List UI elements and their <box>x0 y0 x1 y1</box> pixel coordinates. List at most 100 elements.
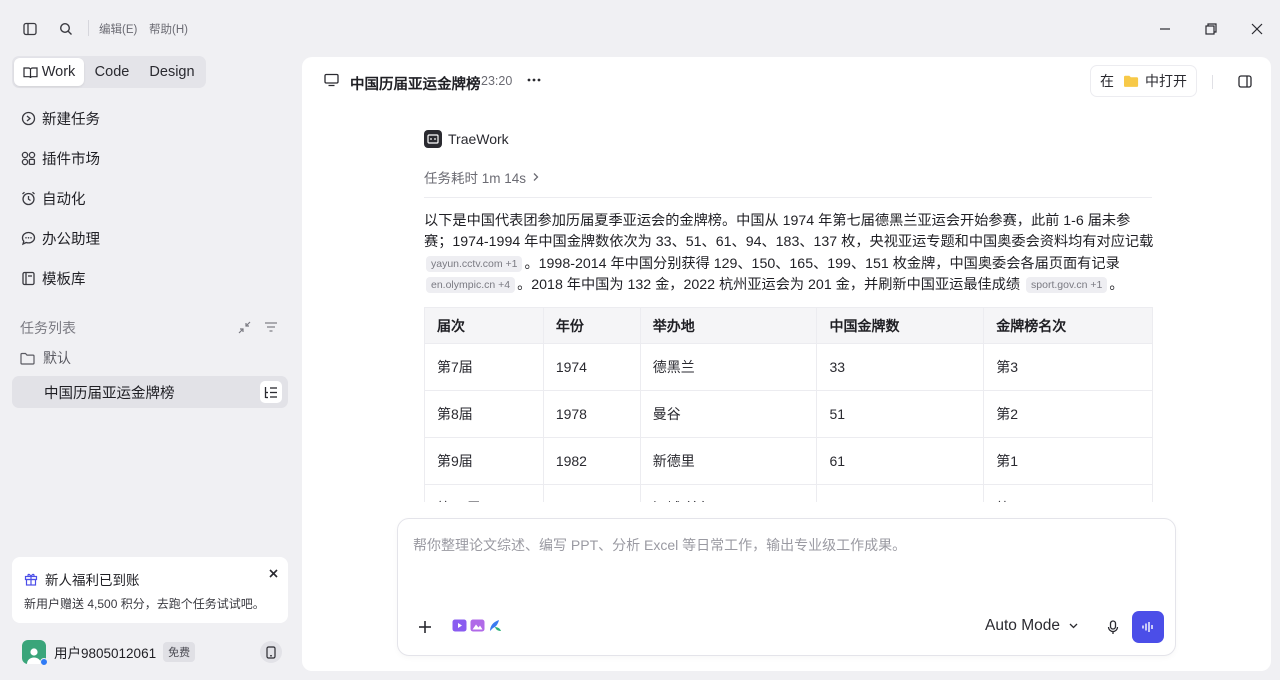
nav-automation[interactable]: 自动化 <box>20 187 86 209</box>
answer-text-1: 以下是中国代表团参加历届夏季亚运会的金牌榜。中国从 1974 年第七届德黑兰亚运… <box>424 213 1154 251</box>
folder-icon <box>20 352 35 365</box>
table-cell: 1974 <box>542 343 641 392</box>
filter-icon[interactable] <box>263 319 279 335</box>
search-icon[interactable] <box>55 18 77 40</box>
table-cell: 德黑兰 <box>639 343 818 392</box>
user-profile[interactable]: 用户9805012061 免费 <box>22 640 196 666</box>
nav-office-assistant-label: 办公助理 <box>42 231 100 248</box>
more-options-icon[interactable] <box>525 72 543 88</box>
video-app-icon[interactable] <box>452 618 467 633</box>
conversation-content[interactable]: TraeWork 任务耗时 1m 14s 以下是中国代表团参加历届夏季亚运会的金… <box>424 129 1154 502</box>
online-status-dot <box>40 658 48 666</box>
close-window-icon[interactable] <box>1246 18 1268 40</box>
chat-bubble-icon <box>20 230 36 246</box>
voice-send-button[interactable] <box>1132 611 1164 643</box>
table-row: 第7届 1974 德黑兰 33 第3 <box>424 343 1153 392</box>
collapse-icon[interactable] <box>236 319 252 335</box>
phone-icon <box>266 645 276 659</box>
menu-edit[interactable]: 编辑(E) <box>99 21 137 37</box>
source-chip-sport[interactable]: sport.gov.cn +1 <box>1026 276 1108 293</box>
table-header-cell: 金牌榜名次 <box>983 307 1153 345</box>
book-icon <box>23 66 38 78</box>
sidebar-toggle-icon[interactable] <box>19 18 41 40</box>
table-header-cell: 举办地 <box>639 307 818 345</box>
device-button[interactable] <box>260 641 282 663</box>
main-header: 中国历届亚运金牌榜 23:20 在 中打开 <box>302 57 1271 105</box>
new-task-icon <box>20 110 36 126</box>
task-outline-button[interactable] <box>260 381 282 403</box>
agent-header: TraeWork <box>424 129 1154 149</box>
table-cell: 第3 <box>983 343 1153 392</box>
nav-new-task[interactable]: 新建任务 <box>20 107 100 129</box>
header-divider <box>1212 75 1213 89</box>
answer-text-3: 。2018 年中国为 132 金，2022 杭州亚运会为 201 金，并刷新中国… <box>517 276 1021 293</box>
avatar <box>22 640 48 666</box>
monitor-icon <box>324 73 339 90</box>
open-in-folder-button[interactable]: 在 中打开 <box>1090 65 1197 97</box>
content-divider <box>424 197 1152 198</box>
mode-work-button[interactable]: Work <box>14 58 84 86</box>
add-attachment-icon[interactable] <box>415 617 435 637</box>
restore-icon[interactable] <box>1200 18 1222 40</box>
nav-plugin-market[interactable]: 插件市场 <box>20 147 100 169</box>
promo-close-icon[interactable] <box>269 566 278 581</box>
alarm-clock-icon <box>20 190 36 206</box>
table-header-cell: 中国金牌数 <box>816 307 985 345</box>
table-header-cell: 年份 <box>542 307 641 345</box>
task-elapsed-text: 任务耗时 1m 14s <box>424 171 527 186</box>
table-cell: 第7届 <box>424 343 544 392</box>
table-row: 第8届 1978 曼谷 51 第2 <box>424 390 1153 439</box>
table-cell: 33 <box>816 343 985 392</box>
template-icon <box>20 270 36 286</box>
table-cell: 1978 <box>542 390 641 439</box>
page-title: 中国历届亚运金牌榜 <box>350 77 481 93</box>
mode-code-button[interactable]: Code <box>84 58 140 86</box>
main-panel: 中国历届亚运金牌榜 23:20 在 中打开 TraeWork 任务耗时 1m 1… <box>302 57 1271 671</box>
task-elapsed-toggle[interactable]: 任务耗时 1m 14s <box>424 167 1154 187</box>
promo-card: 新人福利已到账 新用户赠送 4,500 积分，去跑个任务试试吧。 <box>12 557 288 623</box>
nav-office-assistant[interactable]: 办公助理 <box>20 227 100 249</box>
folder-default[interactable]: 默认 <box>20 348 71 368</box>
table-header-row: 届次 年份 举办地 中国金牌数 金牌榜名次 <box>424 307 1153 345</box>
promo-title: 新人福利已到账 <box>45 573 140 588</box>
nav-plugin-market-label: 插件市场 <box>42 151 100 168</box>
panel-toggle-icon[interactable] <box>1237 73 1253 89</box>
gift-icon <box>24 573 38 586</box>
folder-default-label: 默认 <box>43 350 71 366</box>
open-in-suffix: 中打开 <box>1145 73 1187 89</box>
table-cell: 94 <box>816 484 985 502</box>
open-in-prefix: 在 <box>1100 73 1114 89</box>
source-chip-olympic[interactable]: en.olympic.cn +4 <box>426 276 516 293</box>
composer: Auto Mode <box>397 518 1176 656</box>
doc-timestamp: 23:20 <box>481 74 513 88</box>
source-chip-cctv[interactable]: yayun.cctv.com +1 <box>426 255 523 272</box>
microphone-icon[interactable] <box>1103 617 1123 637</box>
answer-text-4: 。 <box>1109 276 1124 293</box>
mode-select[interactable]: Auto Mode <box>985 617 1078 635</box>
mode-switch: Work Code Design <box>12 56 206 88</box>
nav-template-library[interactable]: 模板库 <box>20 267 86 289</box>
nav-template-library-label: 模板库 <box>42 271 86 288</box>
table-cell: 1982 <box>542 437 641 486</box>
promo-text: 新用户赠送 4,500 积分，去跑个任务试试吧。 <box>24 597 265 611</box>
mode-design-button[interactable]: Design <box>140 58 204 86</box>
image-app-icon[interactable] <box>470 618 485 633</box>
table-cell: 曼谷 <box>639 390 818 439</box>
table-cell: 第9届 <box>424 437 544 486</box>
menu-help[interactable]: 帮助(H) <box>149 21 188 37</box>
title-bar: 编辑(E) 帮助(H) <box>0 0 1280 56</box>
agent-name: TraeWork <box>448 131 509 147</box>
design-app-icon[interactable] <box>488 618 503 633</box>
task-item-label: 中国历届亚运金牌榜 <box>44 385 175 402</box>
minimize-icon[interactable] <box>1154 18 1176 40</box>
username: 用户9805012061 <box>54 646 157 661</box>
answer-text-2: 。1998-2014 年中国分别获得 129、150、165、199、151 枚… <box>524 255 1120 272</box>
prompt-input[interactable] <box>413 537 1153 553</box>
table-cell: 61 <box>816 437 985 486</box>
task-item-active[interactable]: 中国历届亚运金牌榜 <box>12 376 288 408</box>
table-cell: 第2 <box>983 390 1153 439</box>
agent-logo-icon <box>424 130 442 148</box>
mode-select-label: Auto Mode <box>985 617 1060 634</box>
mode-code-label: Code <box>94 64 130 80</box>
outline-list-icon <box>264 386 277 398</box>
